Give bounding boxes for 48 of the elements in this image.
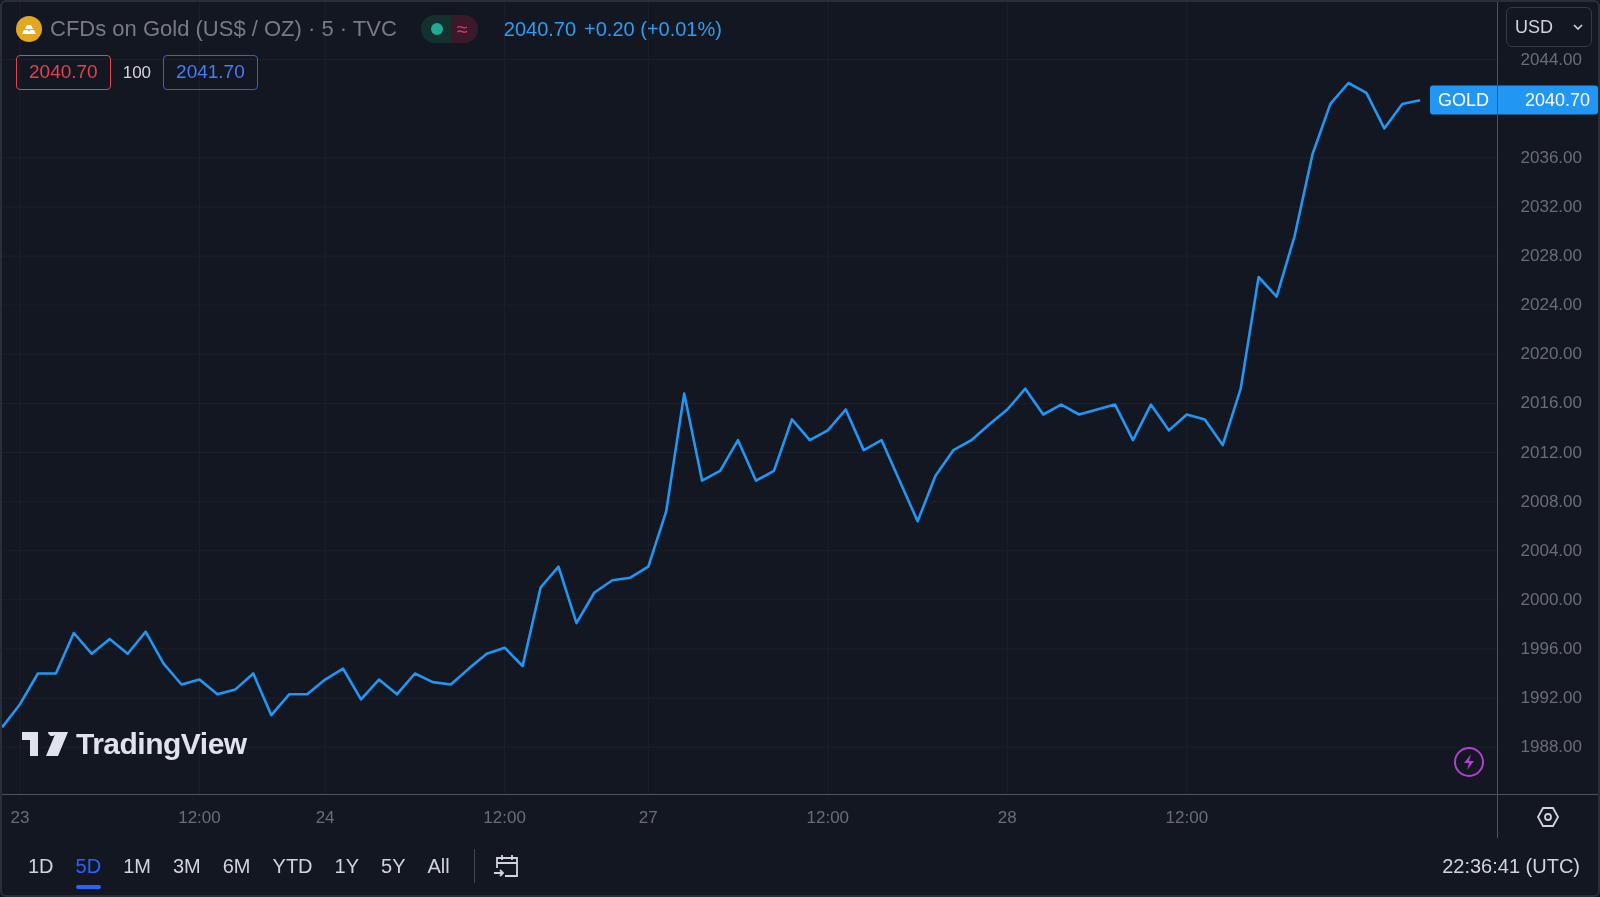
price-tick-label: 2024.00 [1520, 294, 1582, 317]
range-button[interactable]: All [419, 847, 458, 885]
time-tick-label: 23 [10, 807, 30, 829]
price-tick-label: 2016.00 [1520, 392, 1582, 415]
ingot-icon [16, 15, 42, 42]
price-tick-label: 2032.00 [1520, 196, 1582, 219]
sell-price-button[interactable]: 2040.70 [16, 55, 111, 90]
price-tick-label: 1996.00 [1520, 638, 1582, 661]
time-tick-label: 12:00 [806, 807, 850, 829]
lightning-icon[interactable] [1453, 746, 1485, 778]
price-tick-label: 2008.00 [1520, 490, 1582, 513]
price-tick-label: 2044.00 [1520, 48, 1582, 71]
range-button[interactable]: 1D [20, 847, 62, 885]
currency-dropdown[interactable]: USD [1506, 7, 1592, 47]
price-tick-label: 2020.00 [1520, 343, 1582, 366]
price-tick-label: 2028.00 [1520, 245, 1582, 268]
last-price-label: 2040.70 [1498, 85, 1598, 115]
chevron-down-icon [1573, 24, 1583, 30]
spread-size: 100 [122, 61, 152, 84]
market-status-icon [420, 14, 451, 43]
time-tick-label: 27 [638, 807, 658, 829]
logo-text: TradingView [76, 726, 247, 762]
range-button[interactable]: 3M [164, 847, 209, 885]
price-tick-label: 2012.00 [1520, 441, 1582, 464]
last-price: 2040.70 [503, 16, 577, 42]
price-tick-label: 2004.00 [1520, 539, 1582, 562]
delay-indicator: ≈ [450, 14, 478, 43]
price-tick-label: 1992.00 [1520, 687, 1582, 710]
buy-price-button[interactable]: 2041.70 [163, 55, 258, 90]
time-tick-label: 24 [315, 807, 335, 829]
time-tick-label: 12:00 [1165, 807, 1209, 829]
time-tick-label: 12:00 [178, 807, 221, 829]
range-button[interactable]: YTD [264, 847, 321, 885]
logo-icon [22, 731, 68, 756]
symbol-title: CFDs on Gold (US$ / OZ) · 5 · TVC [50, 15, 397, 43]
price-change: +0.20 (+0.01%) [584, 16, 722, 42]
range-button[interactable]: 5Y [373, 847, 414, 885]
time-tick-label: 28 [997, 807, 1017, 829]
symbol-price-label: GOLD [1430, 85, 1497, 115]
price-tick-label: 1988.00 [1520, 736, 1582, 759]
time-tick-label: 12:00 [483, 807, 526, 829]
price-tick-label: 2036.00 [1520, 147, 1582, 170]
clock-time: 22:36:41 (UTC) [1442, 854, 1580, 879]
range-button[interactable]: 6M [214, 847, 259, 885]
price-tick-label: 2000.00 [1520, 589, 1582, 612]
settings-icon[interactable] [1536, 804, 1560, 829]
range-button[interactable]: 1Y [326, 847, 367, 885]
range-button[interactable]: 1M [115, 847, 159, 885]
